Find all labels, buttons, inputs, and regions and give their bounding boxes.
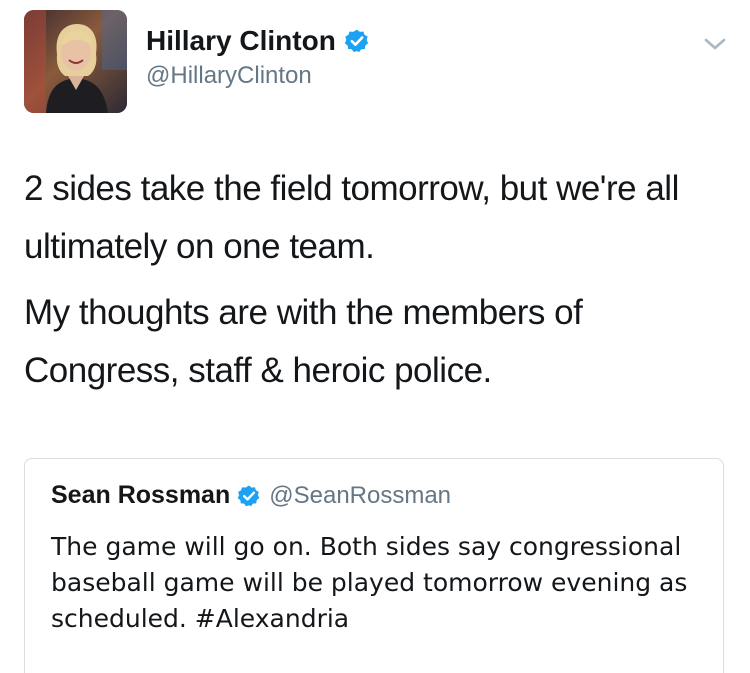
quoted-tweet-text: The game will go on. Both sides say cong… <box>51 532 688 633</box>
quoted-tweet-header: Sean Rossman @SeanRossman <box>51 481 451 510</box>
verified-badge-icon <box>344 29 368 53</box>
author-handle[interactable]: @HillaryClinton <box>146 62 312 90</box>
quoted-author-handle: @SeanRossman <box>269 481 452 509</box>
author-name-row[interactable]: Hillary Clinton <box>146 24 370 58</box>
tweet-paragraph: 2 sides take the field tomorrow, but we'… <box>24 169 679 266</box>
chevron-down-icon[interactable] <box>702 34 728 54</box>
author-name[interactable]: Hillary Clinton <box>146 24 336 58</box>
verified-badge-icon <box>237 485 260 506</box>
tweet-paragraph: My thoughts are with the members of Cong… <box>24 293 583 390</box>
tweet-text: 2 sides take the field tomorrow, but we'… <box>24 160 714 400</box>
quoted-tweet-card[interactable]: Sean Rossman @SeanRossman The game will … <box>24 458 724 673</box>
quoted-author-name: Sean Rossman <box>51 481 231 509</box>
tweet[interactable]: Hillary Clinton @HillaryClinton 2 sides … <box>0 0 750 673</box>
avatar[interactable] <box>24 10 127 113</box>
profile-photo <box>24 10 127 113</box>
